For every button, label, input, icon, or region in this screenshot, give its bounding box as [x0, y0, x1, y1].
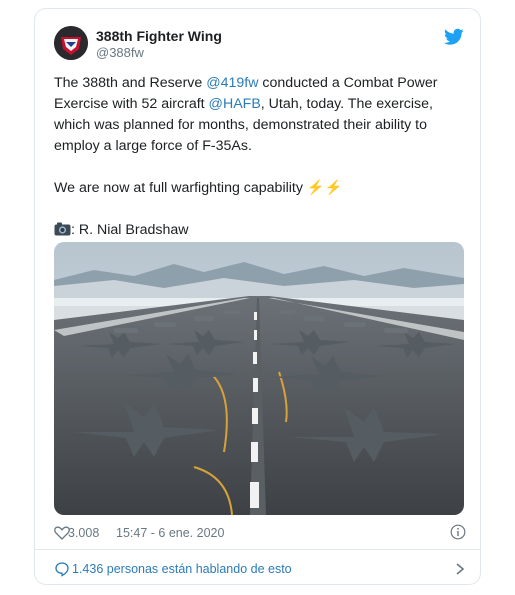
- author-name[interactable]: 388th Fighter Wing: [96, 28, 222, 44]
- timestamp[interactable]: 15:47 - 6 ene. 2020: [116, 526, 224, 540]
- mention-hafb[interactable]: @HAFB: [209, 96, 261, 112]
- photo-credit: : R. Nial Bradshaw: [71, 222, 189, 238]
- text-segment: conducted a Combat Power: [258, 75, 438, 91]
- info-icon[interactable]: [450, 524, 466, 540]
- divider: [35, 549, 480, 550]
- conversation-text[interactable]: 1.436 personas están hablando de esto: [72, 562, 292, 576]
- photo-image: [54, 242, 464, 515]
- tweet-photo[interactable]: [54, 242, 464, 515]
- tweet-line: The 388th and Reserve @419fw conducted a…: [54, 73, 466, 94]
- tweet-text: The 388th and Reserve @419fw conducted a…: [54, 73, 466, 241]
- camera-emoji-icon: [54, 222, 71, 236]
- twitter-bird-icon[interactable]: [444, 28, 464, 46]
- tweet-line: We are now at full warfighting capabilit…: [54, 180, 343, 196]
- tweet-line: which was planned for months, demonstrat…: [54, 117, 428, 133]
- text-segment: Exercise with 52 aircraft: [54, 96, 209, 112]
- speech-bubble-icon: [55, 562, 69, 577]
- conversation-link[interactable]: 1.436 personas están hablando de esto: [54, 561, 466, 579]
- mention-419fw[interactable]: @419fw: [206, 75, 258, 91]
- tweet-meta: 3.008 15:47 - 6 ene. 2020: [54, 524, 466, 543]
- tweet-card: 388th Fighter Wing @388fw The 388th and …: [34, 8, 481, 585]
- photo-credit-line: : R. Nial Bradshaw: [54, 220, 466, 241]
- text-segment: The 388th and Reserve: [54, 75, 207, 91]
- avatar[interactable]: [54, 26, 88, 60]
- likes-count[interactable]: 3.008: [68, 526, 99, 540]
- tweet-line: Exercise with 52 aircraft @HAFB, Utah, t…: [54, 94, 466, 115]
- chevron-right-icon[interactable]: [454, 562, 466, 576]
- tweet-line: employ a large force of F-35As.: [54, 138, 252, 154]
- text-segment: , Utah, today. The exercise,: [260, 96, 433, 112]
- author-handle[interactable]: @388fw: [96, 45, 144, 60]
